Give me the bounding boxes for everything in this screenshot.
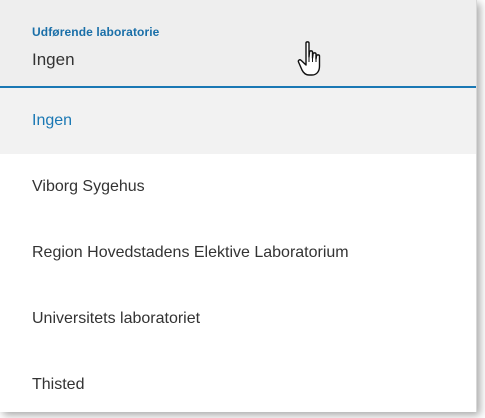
laboratory-select[interactable]: Udførende laboratorie Ingen xyxy=(0,0,476,88)
option-ingen[interactable]: Ingen xyxy=(0,88,476,154)
options-list: Ingen Viborg Sygehus Region Hovedstadens… xyxy=(0,88,476,418)
dropdown-panel: Udførende laboratorie Ingen Ingen Viborg… xyxy=(0,0,477,412)
option-viborg-sygehus[interactable]: Viborg Sygehus xyxy=(0,154,476,220)
option-region-hovedstadens-elektive-laboratorium[interactable]: Region Hovedstadens Elektive Laboratoriu… xyxy=(0,220,476,286)
option-thisted[interactable]: Thisted xyxy=(0,352,476,418)
hand-pointer-icon xyxy=(297,41,321,76)
select-value: Ingen xyxy=(32,50,75,69)
option-universitets-laboratoriet[interactable]: Universitets laboratoriet xyxy=(0,286,476,352)
select-label: Udførende laboratorie xyxy=(32,25,160,39)
